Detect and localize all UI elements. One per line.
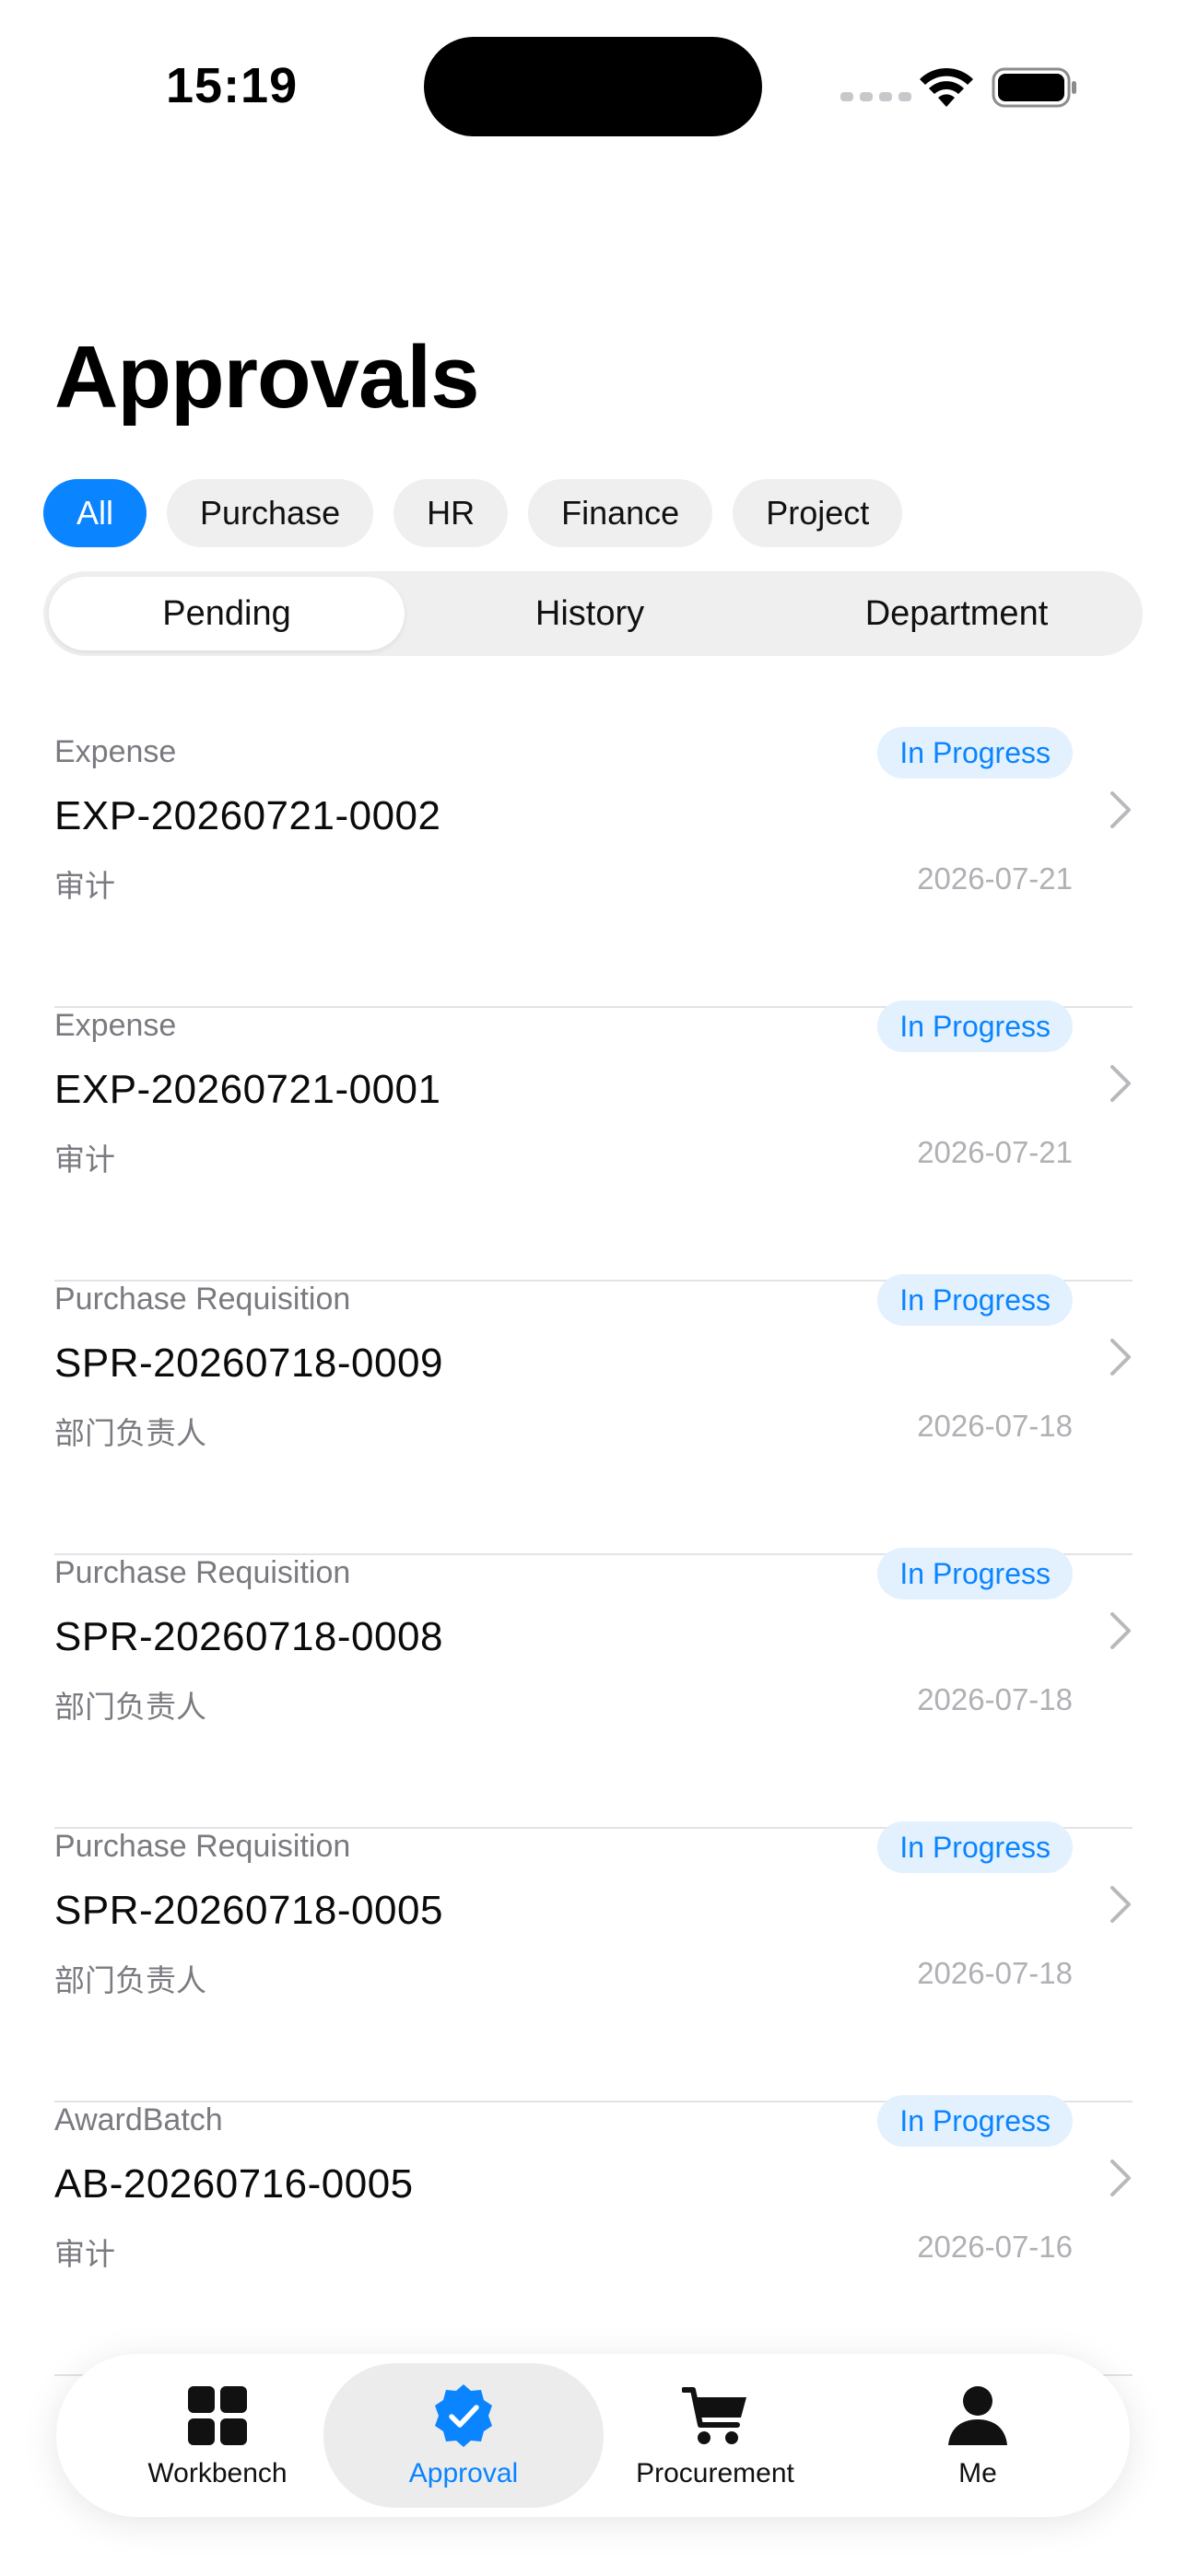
chip-label: HR	[427, 494, 476, 532]
status-badge: In Progress	[877, 727, 1073, 779]
approval-date: 2026-07-21	[917, 861, 1073, 896]
approval-id: SPR-20260718-0009	[54, 1341, 443, 1386]
tab-label: Workbench	[147, 2457, 288, 2488]
chip-purchase[interactable]: Purchase	[167, 479, 374, 547]
approval-row[interactable]: Expense In Progress EXP-20260721-0002 审计…	[54, 727, 1133, 1008]
status-segmented-control: Pending History Department	[43, 571, 1143, 656]
approval-type: Purchase Requisition	[54, 1282, 351, 1317]
approval-node: 审计	[54, 1142, 115, 1177]
chevron-right-icon	[1110, 1339, 1131, 1376]
chip-hr[interactable]: HR	[393, 479, 509, 547]
dynamic-island	[424, 37, 762, 136]
chip-all[interactable]: All	[43, 479, 147, 547]
status-bar: 15:19	[0, 0, 1186, 166]
chevron-right-icon	[1110, 791, 1131, 828]
approval-id: EXP-20260721-0001	[54, 1067, 441, 1112]
page-title: Approvals	[54, 328, 479, 427]
tab-label: Approval	[408, 2457, 519, 2488]
approval-date: 2026-07-21	[917, 1135, 1073, 1169]
cart-icon	[682, 2386, 746, 2444]
status-badge: In Progress	[877, 1548, 1073, 1599]
chevron-right-icon	[1110, 1065, 1131, 1102]
tab-label: Me	[958, 2457, 997, 2488]
tab-workbench[interactable]: Workbench	[102, 2363, 333, 2508]
approval-date: 2026-07-16	[917, 2230, 1073, 2264]
chip-label: All	[76, 494, 114, 532]
segment-label: Pending	[162, 593, 291, 633]
approval-row[interactable]: Expense In Progress EXP-20260721-0001 审计…	[54, 1001, 1133, 1282]
approval-type: AwardBatch	[54, 2102, 223, 2137]
grid-icon	[188, 2385, 247, 2445]
chevron-right-icon	[1110, 1886, 1131, 1923]
status-badge: In Progress	[877, 1274, 1073, 1326]
segment-history[interactable]: History	[412, 577, 768, 650]
chip-label: Purchase	[200, 494, 341, 532]
status-badge: In Progress	[877, 2095, 1073, 2147]
approval-date: 2026-07-18	[917, 1956, 1073, 1990]
tab-label: Procurement	[636, 2457, 794, 2488]
approval-node: 部门负责人	[54, 1963, 206, 1997]
tab-approval[interactable]: Approval	[323, 2363, 604, 2508]
segment-label: History	[534, 593, 645, 633]
approval-type: Expense	[54, 1008, 177, 1043]
approval-row[interactable]: Purchase Requisition In Progress SPR-202…	[54, 1821, 1133, 2102]
approval-node: 部门负责人	[54, 1416, 206, 1450]
segment-pending[interactable]: Pending	[49, 577, 405, 650]
approval-id: SPR-20260718-0005	[54, 1888, 443, 1933]
approval-id: SPR-20260718-0008	[54, 1614, 443, 1659]
bottom-tab-bar: Workbench Approval Procurement Me	[56, 2354, 1130, 2517]
segment-department[interactable]: Department	[776, 577, 1137, 650]
chip-label: Project	[766, 494, 870, 532]
tab-procurement[interactable]: Procurement	[600, 2363, 830, 2508]
approval-node: 部门负责人	[54, 1690, 206, 1724]
chip-label: Finance	[561, 494, 680, 532]
approval-row[interactable]: Purchase Requisition In Progress SPR-202…	[54, 1274, 1133, 1555]
tab-me[interactable]: Me	[863, 2363, 1093, 2508]
approval-id: AB-20260716-0005	[54, 2161, 414, 2207]
status-badge: In Progress	[877, 1001, 1073, 1052]
approval-node: 审计	[54, 2237, 115, 2271]
chip-project[interactable]: Project	[733, 479, 903, 547]
wifi-icon	[920, 67, 973, 107]
chevron-right-icon	[1110, 1612, 1131, 1649]
check-seal-icon	[435, 2383, 492, 2447]
approval-row[interactable]: Purchase Requisition In Progress SPR-202…	[54, 1548, 1133, 1829]
category-filter-chips: All Purchase HR Finance Project	[43, 479, 903, 547]
approval-date: 2026-07-18	[917, 1409, 1073, 1443]
approval-row[interactable]: AwardBatch In Progress AB-20260716-0005 …	[54, 2095, 1133, 2376]
status-time: 15:19	[166, 58, 299, 113]
segment-label: Department	[864, 593, 1049, 633]
person-icon	[948, 2385, 1007, 2445]
status-badge: In Progress	[877, 1821, 1073, 1873]
chip-finance[interactable]: Finance	[528, 479, 713, 547]
battery-icon	[992, 67, 1076, 108]
approval-type: Purchase Requisition	[54, 1555, 351, 1590]
approval-id: EXP-20260721-0002	[54, 793, 441, 838]
approval-type: Expense	[54, 734, 177, 769]
cellular-signal-icon	[840, 92, 911, 101]
approval-date: 2026-07-18	[917, 1682, 1073, 1716]
chevron-right-icon	[1110, 2160, 1131, 2196]
approval-type: Purchase Requisition	[54, 1829, 351, 1864]
approval-node: 审计	[54, 869, 115, 903]
